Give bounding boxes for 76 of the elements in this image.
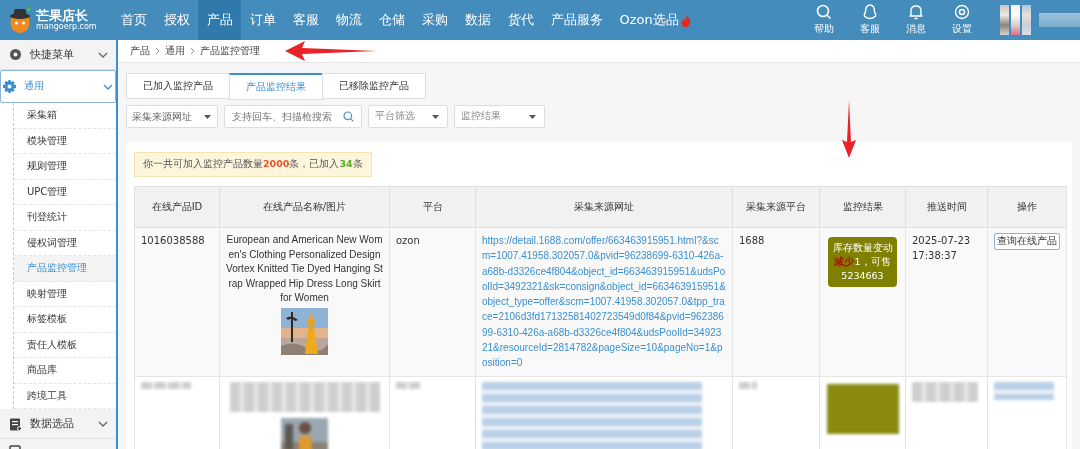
- sidebar-item[interactable]: 责任人模板: [14, 332, 116, 358]
- nav-item[interactable]: 产品服务: [542, 0, 611, 40]
- column-header: 在线产品ID: [134, 186, 220, 228]
- column-header: 采集来源网址: [475, 186, 733, 228]
- blurred-text: [912, 381, 978, 402]
- breadcrumb-link[interactable]: 产品监控管理: [200, 44, 260, 58]
- sidebar-item[interactable]: 标签模板: [14, 307, 116, 333]
- sidebar-item[interactable]: 模块管理: [14, 128, 116, 154]
- nav-item[interactable]: Ozon选品: [611, 0, 700, 40]
- logo-name: 芒果店长: [36, 9, 89, 22]
- tab[interactable]: 已移除监控产品: [322, 73, 426, 99]
- sidebar-item[interactable]: 产品监控管理: [14, 256, 116, 282]
- sidebar-group[interactable]: 快捷菜单: [0, 40, 116, 70]
- nav-item[interactable]: 客服: [284, 0, 327, 40]
- sidebar-item[interactable]: 规则管理: [14, 154, 116, 180]
- tab[interactable]: 产品监控结果: [229, 73, 323, 100]
- nav-item[interactable]: 产品: [198, 0, 241, 40]
- caret-icon: [529, 114, 536, 119]
- blurred-text: [141, 381, 191, 389]
- column-header: 监控结果: [819, 186, 906, 228]
- gear-icon: [9, 48, 22, 61]
- breadcrumb-link[interactable]: 通用: [165, 44, 185, 58]
- toolbar-button[interactable]: 设置: [944, 4, 980, 36]
- clipboard-icon: [9, 416, 22, 431]
- toolbar-button[interactable]: 帮助: [806, 4, 842, 36]
- nav-item[interactable]: 首页: [112, 0, 155, 40]
- search-icon: [816, 4, 832, 20]
- blurred-text: [739, 381, 757, 389]
- chevron-right-icon: [190, 47, 195, 55]
- caret-icon: [432, 114, 439, 119]
- nav-item[interactable]: 数据: [456, 0, 499, 40]
- blurred-text: [396, 381, 420, 389]
- search-field[interactable]: 支持回车、扫描枪搜索: [224, 105, 362, 128]
- settings-icon: [954, 4, 970, 20]
- mango-mascot-icon: [7, 6, 33, 34]
- nav-item[interactable]: 仓储: [370, 0, 413, 40]
- sidebar-group[interactable]: 数据选品: [0, 409, 116, 439]
- blurred-user-avatar[interactable]: [1000, 5, 1080, 35]
- penguin-icon: [862, 4, 878, 20]
- tab[interactable]: 已加入监控产品: [126, 73, 230, 99]
- dropdown[interactable]: 监控结果: [454, 105, 545, 128]
- sidebar-item[interactable]: 刊登统计: [14, 205, 116, 231]
- nav-item[interactable]: 授权: [155, 0, 198, 40]
- sidebar-item[interactable]: 映射管理: [14, 281, 116, 307]
- table-cell: 1688: [732, 227, 820, 377]
- dropdown[interactable]: 平台筛选: [368, 105, 448, 128]
- sidebar-group[interactable]: 通用: [0, 70, 116, 103]
- column-header: 平台: [389, 186, 476, 228]
- sidebar-item[interactable]: 商品库: [14, 358, 116, 384]
- column-header: 推送时间: [905, 186, 988, 228]
- nav-item[interactable]: 物流: [327, 0, 370, 40]
- search-icon: [343, 111, 354, 122]
- chevron-right-icon: [155, 47, 160, 55]
- query-online-product-button[interactable]: 查询在线产品: [994, 233, 1060, 250]
- breadcrumb-link[interactable]: 产品: [130, 44, 150, 58]
- logo-domain: mangoerp.com: [36, 23, 97, 31]
- settings-icon: [3, 80, 16, 93]
- caret-icon: [204, 114, 211, 119]
- bell-icon: [908, 4, 924, 20]
- column-header: 在线产品名称/图片: [219, 186, 390, 228]
- notice-banner: 你一共可加入监控产品数量2000条，已加入34条: [134, 152, 372, 177]
- result-badge: 库存数量变动 减少1，可售5234663: [828, 237, 897, 287]
- sidebar-item[interactable]: UPC管理: [14, 179, 116, 205]
- sidebar-item[interactable]: 采集箱: [14, 103, 116, 129]
- nav-item[interactable]: 采购: [413, 0, 456, 40]
- nav-item[interactable]: 货代: [499, 0, 542, 40]
- table-cell: 2025-07-23 17:38:37: [905, 227, 988, 377]
- toolbar-button[interactable]: 客服: [852, 4, 888, 36]
- column-header: 采集来源平台: [732, 186, 820, 228]
- table-cell: ozon: [389, 227, 476, 377]
- dropdown[interactable]: 采集来源网址: [126, 105, 218, 128]
- toolbar-button[interactable]: 消息: [898, 4, 934, 36]
- column-header: 操作: [987, 186, 1067, 228]
- product-name: European and American New Women's Clothing Personalized Design Vortex Knitted Tie Dyed Hanging Strap Wrapped Hip Dress Long Skirt for Women: [226, 233, 383, 305]
- table-cell: 1016038588: [134, 227, 220, 377]
- nav-item[interactable]: 订单: [241, 0, 284, 40]
